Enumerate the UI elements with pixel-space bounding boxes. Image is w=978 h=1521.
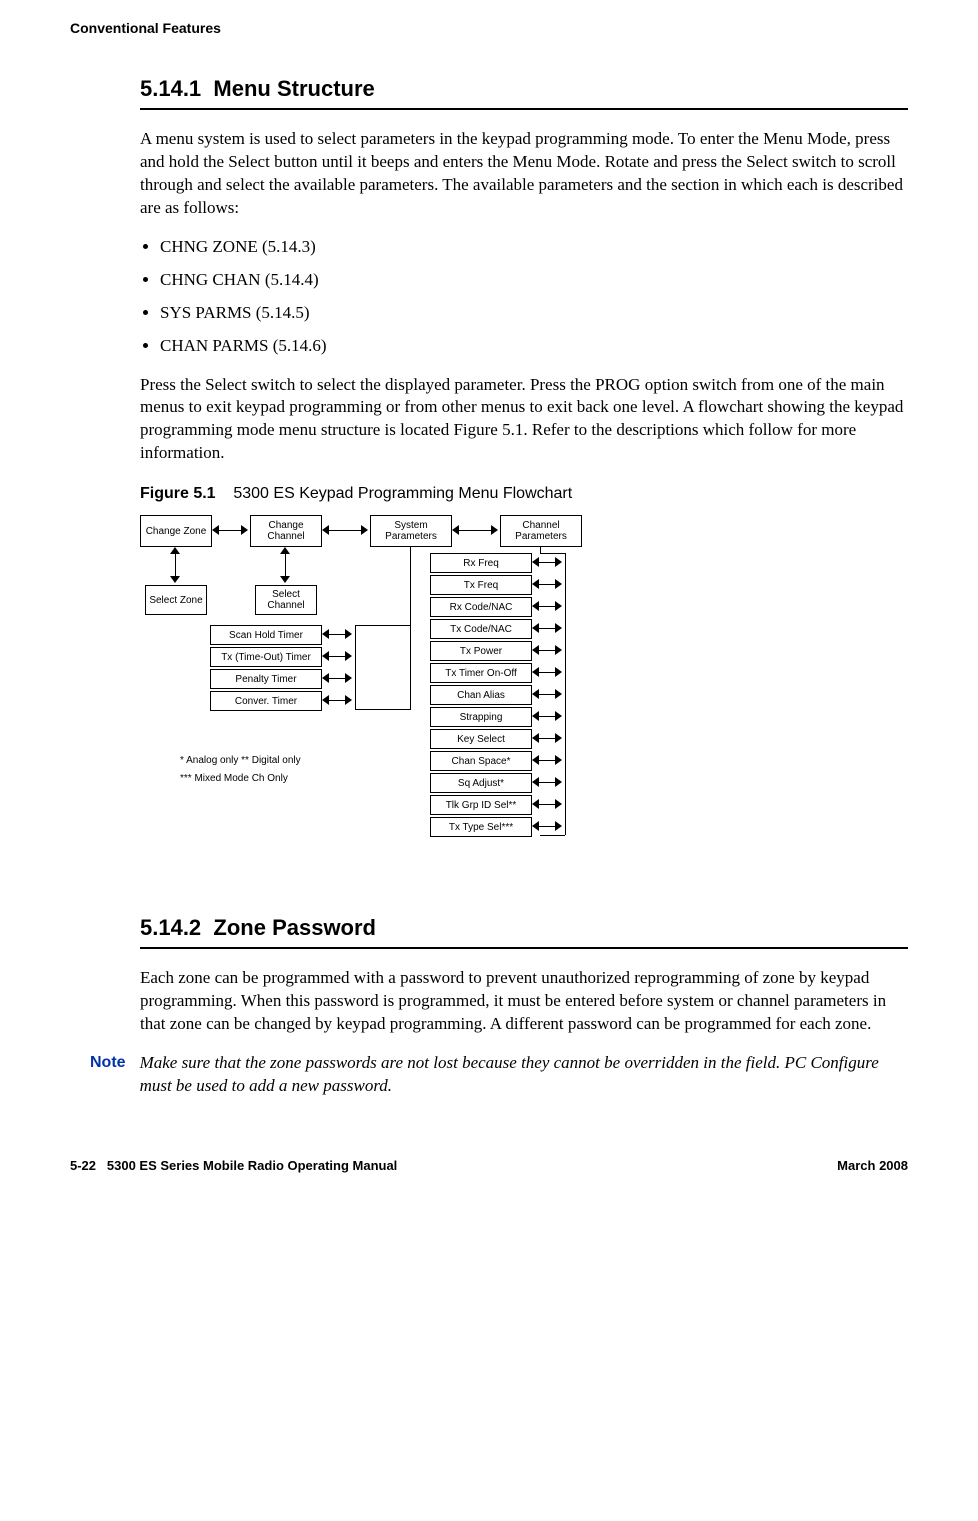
bullet-item: CHNG CHAN (5.14.4) [160,269,908,292]
box-select-zone: Select Zone [145,585,207,615]
box-channel-item: Chan Space* [430,751,532,771]
arrow-icon [532,709,562,723]
arrow-icon [212,523,248,537]
legend-line-1: * Analog only ** Digital only [180,755,301,766]
arrow-icon [322,523,368,537]
section-title-2: Zone Password [213,915,376,940]
box-system-item: Conver. Timer [210,691,322,711]
box-system-item: Scan Hold Timer [210,625,322,645]
bullet-item: CHNG ZONE (5.14.3) [160,236,908,259]
arrow-icon [532,797,562,811]
box-change-channel: Change Channel [250,515,322,547]
figure-label: Figure 5.1 [140,485,216,502]
arrow-icon [322,671,352,685]
section1-para1: A menu system is used to select paramete… [140,128,908,220]
arrow-icon [322,693,352,707]
section-rule-2 [140,947,908,949]
box-channel-item: Tx Freq [430,575,532,595]
bullet-item: SYS PARMS (5.14.5) [160,302,908,325]
connector [540,553,565,554]
connector [355,709,410,710]
arrow-icon [322,627,352,641]
arrow-icon [532,731,562,745]
arrow-icon [532,687,562,701]
section-heading-1: 5.14.1 Menu Structure [140,76,908,102]
box-channel-item: Rx Code/NAC [430,597,532,617]
footer-title: 5300 ES Series Mobile Radio Operating Ma… [107,1158,397,1173]
arrow-icon [532,621,562,635]
section-number-2: 5.14.2 [140,915,201,940]
arrow-icon [532,665,562,679]
footer-left: 5-22 5300 ES Series Mobile Radio Operati… [70,1158,397,1173]
connector [355,625,410,626]
connector [565,553,566,835]
box-channel-item: Sq Adjust* [430,773,532,793]
box-channel-item: Chan Alias [430,685,532,705]
section-number-1: 5.14.1 [140,76,201,101]
box-system-parameters: System Parameters [370,515,452,547]
box-select-channel: Select Channel [255,585,317,615]
box-change-zone: Change Zone [140,515,212,547]
connector [540,547,541,553]
section1-bullets: CHNG ZONE (5.14.3) CHNG CHAN (5.14.4) SY… [140,236,908,358]
box-system-item: Penalty Timer [210,669,322,689]
box-channel-item: Tlk Grp ID Sel** [430,795,532,815]
arrow-icon [532,599,562,613]
box-channel-item: Rx Freq [430,553,532,573]
section2-para1: Each zone can be programmed with a passw… [140,967,908,1036]
arrow-icon [532,819,562,833]
arrow-icon [532,643,562,657]
arrow-icon [452,523,498,537]
box-channel-item: Tx Code/NAC [430,619,532,639]
box-channel-item: Strapping [430,707,532,727]
note-text: Make sure that the zone passwords are no… [140,1052,908,1098]
arrow-icon [532,775,562,789]
arrow-icon [322,649,352,663]
arrow-icon [532,753,562,767]
box-channel-item: Tx Type Sel*** [430,817,532,837]
box-channel-item: Key Select [430,729,532,749]
connector [410,547,411,710]
footer-right: March 2008 [837,1158,908,1173]
connector [355,625,356,709]
section-title-1: Menu Structure [213,76,374,101]
box-channel-item: Tx Power [430,641,532,661]
flowchart: Change Zone Change Channel System Parame… [140,515,700,875]
box-channel-parameters: Channel Parameters [500,515,582,547]
section-heading-2: 5.14.2 Zone Password [140,915,908,941]
box-channel-item: Tx Timer On-Off [430,663,532,683]
figure-title: 5300 ES Keypad Programming Menu Flowchar… [233,485,572,502]
arrow-icon [532,577,562,591]
bullet-item: CHAN PARMS (5.14.6) [160,335,908,358]
section-rule-1 [140,108,908,110]
connector [540,835,565,836]
legend-line-2: *** Mixed Mode Ch Only [180,773,288,784]
footer-page-number: 5-22 [70,1158,96,1173]
arrow-icon [278,547,292,583]
arrow-icon [168,547,182,583]
figure-caption: Figure 5.1 5300 ES Keypad Programming Me… [140,485,908,503]
section1-para2: Press the Select switch to select the di… [140,374,908,466]
box-system-item: Tx (Time-Out) Timer [210,647,322,667]
arrow-icon [532,555,562,569]
page-footer: 5-22 5300 ES Series Mobile Radio Operati… [70,1158,908,1173]
note-label: Note [90,1052,126,1072]
running-header: Conventional Features [70,20,908,36]
